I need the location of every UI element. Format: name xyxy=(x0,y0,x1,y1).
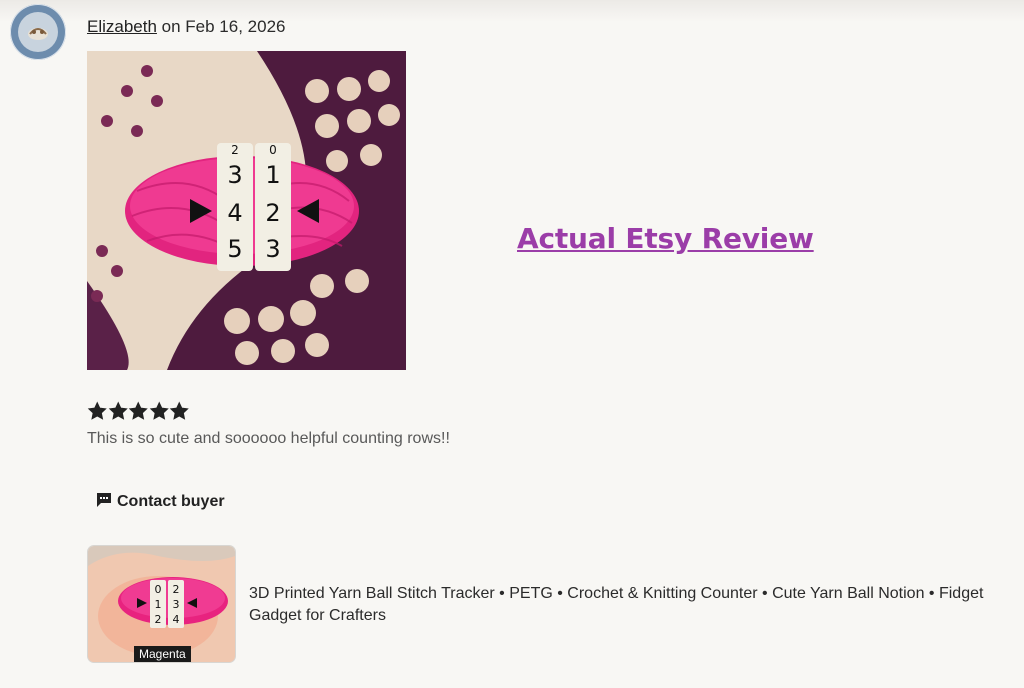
reviewer-avatar[interactable] xyxy=(10,4,66,60)
review-text: This is so cute and soooooo helpful coun… xyxy=(87,430,450,447)
actual-etsy-review-link[interactable]: Actual Etsy Review xyxy=(517,222,814,255)
star-icon xyxy=(128,401,149,421)
counter-digit: 0 xyxy=(269,143,277,157)
counter-digit: 2 xyxy=(231,143,239,157)
product-title-link[interactable]: 3D Printed Yarn Ball Stitch Tracker • PE… xyxy=(249,583,999,627)
thumb-counter-digit: 0 xyxy=(155,583,162,596)
review-date: on Feb 16, 2026 xyxy=(156,17,286,36)
thumb-counter-digit: 1 xyxy=(155,598,162,611)
thumb-counter-digit: 2 xyxy=(173,583,180,596)
counter-digit: 5 xyxy=(227,235,242,263)
star-icon xyxy=(149,401,170,421)
thumb-counter-digit: 4 xyxy=(173,613,180,626)
star-icon xyxy=(108,401,129,421)
star-rating xyxy=(87,401,190,421)
contact-buyer-button[interactable]: Contact buyer xyxy=(87,483,233,521)
chat-bubble-icon xyxy=(95,491,113,514)
review-photo[interactable]: 2 3 4 5 0 1 2 3 xyxy=(87,51,406,370)
review-header: Elizabeth on Feb 16, 2026 xyxy=(87,16,285,38)
counter-digit: 1 xyxy=(265,161,280,189)
contact-buyer-label: Contact buyer xyxy=(117,493,225,510)
star-icon xyxy=(169,401,190,421)
variant-label: Magenta xyxy=(134,646,191,662)
thumb-counter-digit: 2 xyxy=(155,613,162,626)
counter-digit: 4 xyxy=(227,199,242,227)
star-icon xyxy=(87,401,108,421)
counter-digit: 3 xyxy=(227,161,242,189)
counter-digit: 2 xyxy=(265,199,280,227)
counter-digit: 3 xyxy=(265,235,280,263)
product-thumbnail[interactable]: 012 234 Magenta xyxy=(87,545,236,663)
thumb-counter-digit: 3 xyxy=(173,598,180,611)
reviewer-name-link[interactable]: Elizabeth xyxy=(87,17,157,36)
review-page: Elizabeth on Feb 16, 2026 2 3 4 5 0 1 2 … xyxy=(0,0,1024,688)
